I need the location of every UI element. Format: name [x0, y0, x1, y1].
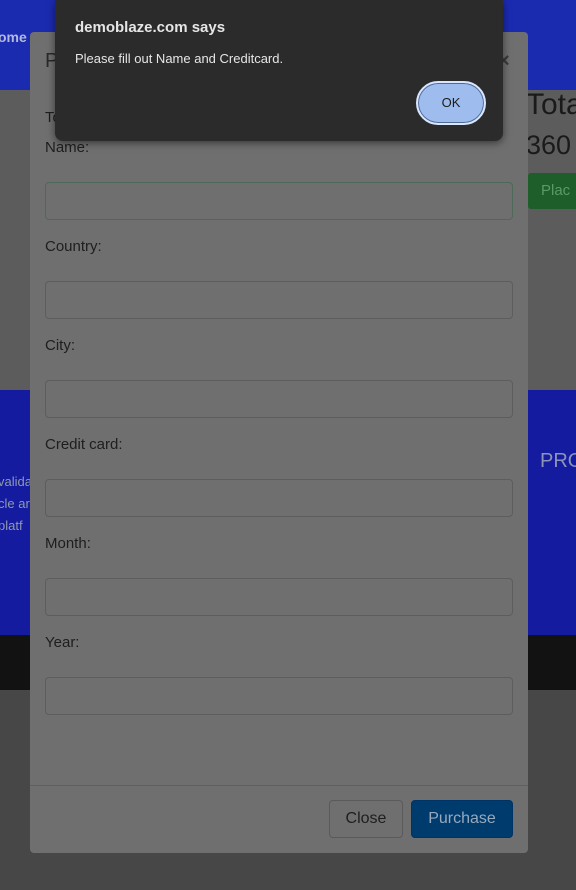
name-field[interactable]	[45, 182, 513, 220]
month-label: Month:	[45, 535, 91, 552]
cart-total-heading: Tota	[526, 88, 576, 121]
footer-heading: PRO	[540, 450, 576, 472]
footer-text-line: platf	[0, 518, 23, 533]
alert-dialog: demoblaze.com says Please fill out Name …	[55, 0, 503, 141]
nav-link-home[interactable]: ome	[0, 29, 27, 45]
name-label: Name:	[45, 139, 90, 156]
place-order-button[interactable]: Plac	[528, 173, 576, 209]
footer-text-line: valida	[0, 474, 32, 489]
purchase-button[interactable]: Purchase	[411, 800, 513, 838]
year-label: Year:	[45, 634, 80, 651]
modal-footer-divider	[30, 785, 528, 786]
credit-card-label: Credit card:	[45, 436, 123, 453]
place-order-modal: P × To Name: Country: City: Credit card:…	[30, 32, 528, 853]
alert-title: demoblaze.com says	[75, 19, 226, 36]
city-label: City:	[45, 337, 75, 354]
country-label: Country:	[45, 238, 102, 255]
ok-button[interactable]: OK	[416, 81, 486, 125]
footer-text-line: cle ar	[0, 496, 30, 511]
month-field[interactable]	[45, 578, 513, 616]
close-button[interactable]: Close	[329, 800, 403, 838]
city-field[interactable]	[45, 380, 513, 418]
country-field[interactable]	[45, 281, 513, 319]
credit-card-field[interactable]	[45, 479, 513, 517]
cart-total-value: 360	[526, 130, 572, 160]
year-field[interactable]	[45, 677, 513, 715]
alert-message: Please fill out Name and Creditcard.	[75, 51, 284, 66]
